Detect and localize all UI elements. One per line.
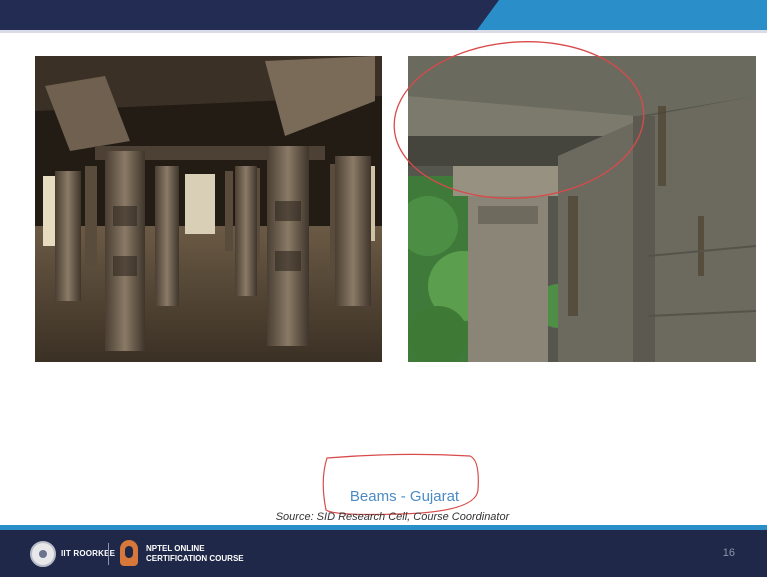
header-accent-band bbox=[477, 0, 767, 30]
pillared-hall-photo bbox=[35, 56, 382, 362]
beam-closeup-photo bbox=[408, 56, 756, 362]
image-source-credit: Source: SID Research Cell, Course Coordi… bbox=[275, 511, 510, 523]
header-divider-line bbox=[0, 30, 767, 33]
slide-page-number: 16 bbox=[722, 547, 735, 559]
nptel-logo-icon bbox=[120, 540, 138, 566]
slide-caption: Beams - Gujarat bbox=[349, 488, 460, 505]
slide-header-bar bbox=[0, 0, 767, 33]
nptel-label: NPTEL ONLINE CERTIFICATION COURSE bbox=[146, 544, 244, 563]
footer-divider bbox=[108, 543, 109, 565]
footer-accent-strip bbox=[0, 525, 767, 530]
iit-roorkee-logo-icon bbox=[30, 541, 56, 567]
annotation-box-caption bbox=[322, 453, 479, 516]
slide-footer: IIT ROORKEE NPTEL ONLINE CERTIFICATION C… bbox=[0, 525, 767, 577]
